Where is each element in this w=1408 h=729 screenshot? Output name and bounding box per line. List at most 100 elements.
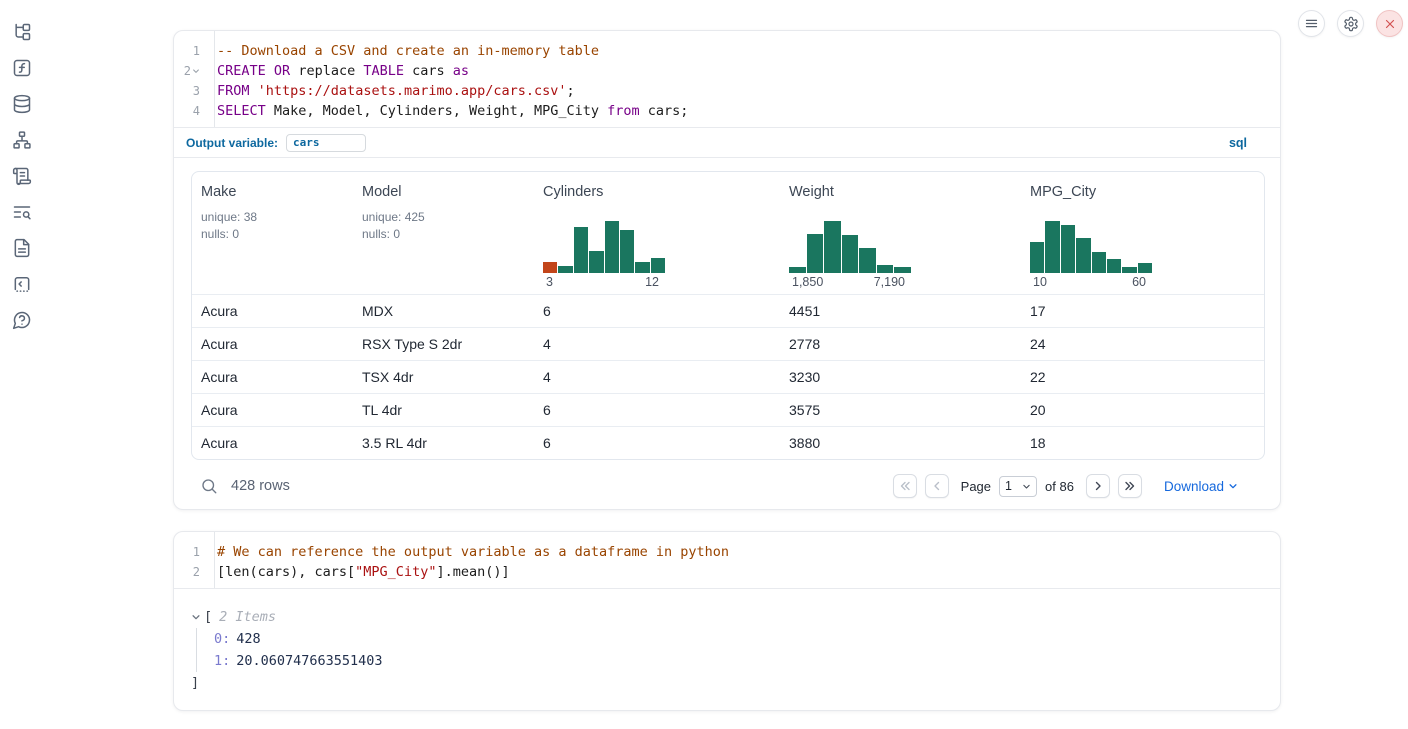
close-icon bbox=[1383, 17, 1397, 31]
table-row: AcuraMDX6445117 bbox=[192, 294, 1264, 327]
stat-nulls: nulls: 0 bbox=[362, 226, 526, 243]
table-cell: 17 bbox=[1021, 303, 1264, 319]
menu-button[interactable] bbox=[1298, 10, 1325, 37]
histogram-bar bbox=[558, 266, 572, 273]
code-text: FROM 'https://datasets.marimo.app/cars.c… bbox=[207, 81, 1280, 101]
gear-icon bbox=[1343, 16, 1359, 32]
code-line[interactable]: 4SELECT Make, Model, Cylinders, Weight, … bbox=[174, 101, 1280, 121]
settings-button[interactable] bbox=[1337, 10, 1364, 37]
histogram-bar bbox=[1107, 259, 1121, 273]
fold-chevron-icon[interactable] bbox=[192, 64, 200, 78]
sql-meta-bar: Output variable: sql bbox=[174, 128, 1280, 158]
scroll-icon[interactable] bbox=[12, 166, 32, 186]
column-header-cylinders[interactable]: Cylinders 3 12 bbox=[534, 172, 780, 294]
code-line[interactable]: 2[len(cars), cars["MPG_City"].mean()] bbox=[174, 562, 1280, 582]
column-title: Model bbox=[362, 184, 526, 200]
column-header-model[interactable]: Model unique: 425 nulls: 0 bbox=[353, 172, 534, 294]
stat-unique: unique: 425 bbox=[362, 209, 526, 226]
table-row: AcuraRSX Type S 2dr4277824 bbox=[192, 327, 1264, 360]
histogram-bar bbox=[1092, 252, 1106, 273]
python-output-tree: [ 2 Items 0:428 1:20.060747663551403 ] bbox=[174, 589, 1280, 694]
python-cell: 1# We can reference the output variable … bbox=[173, 531, 1281, 711]
column-header-make[interactable]: Make unique: 38 nulls: 0 bbox=[192, 172, 353, 294]
histogram-bar bbox=[807, 234, 824, 273]
table-cell: RSX Type S 2dr bbox=[353, 336, 534, 352]
file-tree-icon[interactable] bbox=[12, 22, 32, 42]
mpg-city-histogram: 10 60 bbox=[1030, 221, 1256, 289]
close-bracket: ] bbox=[191, 672, 1264, 694]
histogram-bar bbox=[894, 267, 911, 273]
histogram-bar bbox=[574, 227, 588, 273]
histogram-bar bbox=[605, 221, 619, 273]
next-page-button[interactable] bbox=[1086, 474, 1110, 498]
help-bubble-icon[interactable] bbox=[12, 310, 32, 330]
download-button[interactable]: Download bbox=[1164, 479, 1238, 494]
cylinders-histogram: 3 12 bbox=[543, 221, 772, 289]
table-cell: 6 bbox=[534, 435, 780, 451]
code-line[interactable]: 1# We can reference the output variable … bbox=[174, 542, 1280, 562]
function-square-icon[interactable] bbox=[12, 58, 32, 78]
axis-max-label: 7,190 bbox=[874, 275, 905, 289]
download-label: Download bbox=[1164, 479, 1224, 494]
database-icon[interactable] bbox=[12, 94, 32, 114]
histogram-bar bbox=[651, 258, 665, 273]
data-table: Make unique: 38 nulls: 0 Model unique: 4… bbox=[191, 171, 1265, 460]
column-header-weight[interactable]: Weight 1,850 7,190 bbox=[780, 172, 1021, 294]
language-badge: sql bbox=[1229, 136, 1247, 150]
histogram-bar bbox=[1030, 242, 1044, 273]
histogram-bar bbox=[1061, 225, 1075, 273]
sql-code-editor[interactable]: 1-- Download a CSV and create an in-memo… bbox=[174, 31, 1280, 128]
output-variable-label: Output variable: bbox=[186, 136, 278, 150]
last-page-button[interactable] bbox=[1118, 474, 1142, 498]
menu-icon bbox=[1304, 16, 1319, 31]
line-number: 3 bbox=[174, 81, 207, 101]
table-cell: 4451 bbox=[780, 303, 1021, 319]
first-page-button[interactable] bbox=[893, 474, 917, 498]
weight-histogram: 1,850 7,190 bbox=[789, 221, 1013, 289]
chevrons-left-icon bbox=[899, 480, 911, 492]
python-code-editor[interactable]: 1# We can reference the output variable … bbox=[174, 532, 1280, 589]
axis-min-label: 10 bbox=[1033, 275, 1047, 289]
histogram-bar bbox=[543, 262, 557, 273]
item-key: 0: bbox=[214, 631, 230, 647]
open-bracket: [ bbox=[204, 606, 212, 628]
document-icon[interactable] bbox=[12, 238, 32, 258]
histogram-bar bbox=[824, 221, 841, 273]
table-row: AcuraTL 4dr6357520 bbox=[192, 393, 1264, 426]
page-label: Page bbox=[961, 479, 991, 494]
line-number: 2 bbox=[174, 61, 207, 81]
table-cell: 3575 bbox=[780, 402, 1021, 418]
shutdown-button[interactable] bbox=[1376, 10, 1403, 37]
column-stats: unique: 425 nulls: 0 bbox=[362, 209, 526, 243]
chevron-down-icon bbox=[1022, 482, 1031, 491]
table-cell: 4 bbox=[534, 369, 780, 385]
item-value: 428 bbox=[236, 631, 260, 647]
table-row: AcuraTSX 4dr4323022 bbox=[192, 360, 1264, 393]
table-cell: 3.5 RL 4dr bbox=[353, 435, 534, 451]
collapse-chevron-icon[interactable] bbox=[191, 612, 201, 622]
histogram-bar bbox=[877, 265, 894, 273]
histogram-bar bbox=[859, 248, 876, 273]
table-cell: TL 4dr bbox=[353, 402, 534, 418]
output-variable-input[interactable] bbox=[286, 134, 366, 152]
prev-page-button[interactable] bbox=[925, 474, 949, 498]
code-line[interactable]: 2CREATE OR replace TABLE cars as bbox=[174, 61, 1280, 81]
snippets-code-icon[interactable] bbox=[12, 274, 32, 294]
column-header-mpg-city[interactable]: MPG_City 10 60 bbox=[1021, 172, 1264, 294]
table-header-row: Make unique: 38 nulls: 0 Model unique: 4… bbox=[192, 172, 1264, 294]
page-select[interactable]: 1 bbox=[1005, 479, 1019, 493]
page-select-wrap: 1 bbox=[999, 476, 1037, 497]
tree-item: 0: 428 bbox=[214, 628, 1264, 650]
list-search-icon[interactable] bbox=[12, 202, 32, 222]
dependency-graph-icon[interactable] bbox=[12, 130, 32, 150]
code-text: -- Download a CSV and create an in-memor… bbox=[207, 41, 1280, 61]
code-text: SELECT Make, Model, Cylinders, Weight, M… bbox=[207, 101, 1280, 121]
search-icon[interactable] bbox=[200, 477, 218, 495]
code-line[interactable]: 3FROM 'https://datasets.marimo.app/cars.… bbox=[174, 81, 1280, 101]
code-line[interactable]: 1-- Download a CSV and create an in-memo… bbox=[174, 41, 1280, 61]
histogram-bar bbox=[620, 230, 634, 273]
histogram-bar bbox=[1076, 238, 1090, 273]
table-cell: TSX 4dr bbox=[353, 369, 534, 385]
stat-nulls: nulls: 0 bbox=[201, 226, 345, 243]
chevron-right-icon bbox=[1092, 480, 1104, 492]
